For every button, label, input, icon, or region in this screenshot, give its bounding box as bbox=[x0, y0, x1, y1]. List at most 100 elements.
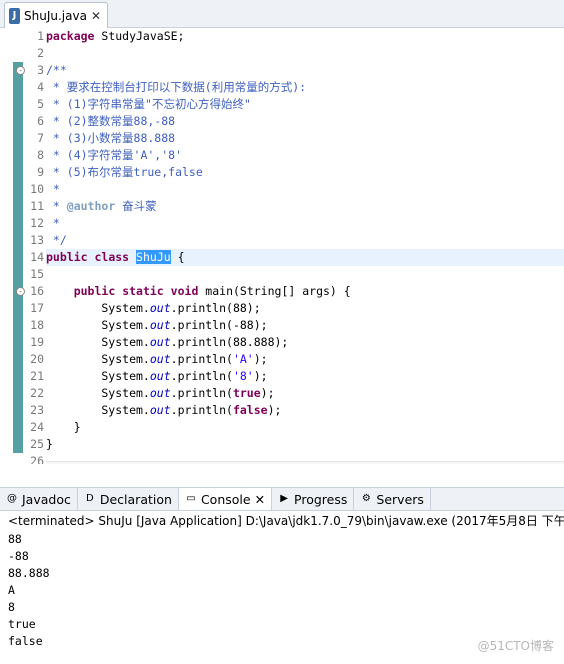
code-line[interactable]: * (1)字符串常量"不忘初心方得始终" bbox=[46, 96, 564, 113]
line-number: 23 bbox=[30, 403, 44, 417]
code-token: .println(88); bbox=[170, 301, 261, 315]
code-line[interactable]: } bbox=[46, 419, 564, 436]
code-line[interactable]: System.out.println(false); bbox=[46, 402, 564, 419]
code-line[interactable]: */ bbox=[46, 232, 564, 249]
code-token: .println(-88); bbox=[170, 318, 268, 332]
code-area[interactable]: package StudyJavaSE; /** * 要求在控制台打印以下数据(利… bbox=[46, 28, 564, 464]
code-token: 奋斗蒙 bbox=[115, 199, 157, 213]
line-number: 18 bbox=[30, 318, 44, 332]
code-line[interactable]: * (2)整数常量88,-88 bbox=[46, 113, 564, 130]
code-line[interactable]: package StudyJavaSE; bbox=[46, 28, 564, 45]
line-number-text: 3 bbox=[37, 63, 44, 77]
line-number: -3 bbox=[16, 62, 44, 79]
javadoc-icon: @ bbox=[7, 493, 17, 504]
line-number: 14 bbox=[30, 250, 44, 264]
console-output-line: true bbox=[8, 617, 36, 631]
code-editor[interactable]: 1 2-3 4 5 6 7 8 9 10 11 12 13 14 15-16 17 18 19 20 21 22 23 2… bbox=[0, 28, 564, 464]
line-number: 1 bbox=[37, 29, 44, 43]
code-token: System. bbox=[46, 301, 150, 315]
code-token: * (3)小数常量88.888 bbox=[46, 131, 176, 145]
code-token: System. bbox=[46, 335, 150, 349]
line-number: 19 bbox=[30, 335, 44, 349]
line-number: 2 bbox=[37, 46, 44, 60]
code-line[interactable]: public class ShuJu { bbox=[46, 249, 564, 266]
code-token: ); bbox=[260, 386, 275, 400]
code-line[interactable]: System.out.println(88.888); bbox=[46, 334, 564, 351]
progress-icon: ▶ bbox=[280, 493, 288, 504]
tab-console[interactable]: ▭ Console ✕ bbox=[178, 488, 273, 510]
code-line[interactable]: System.out.println('A'); bbox=[46, 351, 564, 368]
tab-javadoc[interactable]: @ Javadoc bbox=[0, 488, 78, 510]
tab-servers[interactable]: ⚙ Servers bbox=[354, 488, 431, 510]
change-ruler bbox=[6, 28, 23, 464]
code-line[interactable]: * (5)布尔常量true,false bbox=[46, 164, 564, 181]
code-token: * (5)布尔常量true,false bbox=[46, 165, 203, 179]
close-icon[interactable]: ✕ bbox=[255, 492, 265, 507]
code-token: System. bbox=[46, 318, 150, 332]
code-token: .println( bbox=[170, 352, 233, 366]
code-line[interactable]: } bbox=[46, 436, 564, 453]
code-token: ); bbox=[253, 369, 268, 383]
line-number: 9 bbox=[37, 165, 44, 179]
code-token: out bbox=[149, 369, 171, 383]
code-line[interactable]: * (4)字符常量'A','8' bbox=[46, 147, 564, 164]
code-token: out bbox=[149, 335, 171, 349]
code-line[interactable]: System.out.println(-88); bbox=[46, 317, 564, 334]
fold-toggle-icon[interactable]: - bbox=[16, 287, 25, 296]
code-token: .println( bbox=[170, 386, 233, 400]
code-line[interactable]: * 要求在控制台打印以下数据(利用常量的方式): bbox=[46, 79, 564, 96]
line-number: 13 bbox=[30, 233, 44, 247]
code-line[interactable] bbox=[46, 266, 564, 283]
line-number: 10 bbox=[30, 182, 44, 196]
line-number: -16 bbox=[16, 283, 44, 300]
code-token: } bbox=[46, 437, 53, 451]
line-number: 20 bbox=[30, 352, 44, 366]
code-line[interactable]: System.out.println(true); bbox=[46, 385, 564, 402]
line-number-text: 16 bbox=[30, 284, 44, 298]
code-line[interactable]: * (3)小数常量88.888 bbox=[46, 130, 564, 147]
code-line[interactable]: System.out.println('8'); bbox=[46, 368, 564, 385]
line-number: 12 bbox=[30, 216, 44, 230]
line-number: 15 bbox=[30, 267, 44, 281]
editor-tab-shuju[interactable]: J ShuJu.java ✕ bbox=[4, 2, 108, 28]
code-line[interactable]: * bbox=[46, 181, 564, 198]
editor-tab-bar: J ShuJu.java ✕ bbox=[0, 0, 564, 28]
code-line[interactable]: * @author 奋斗蒙 bbox=[46, 198, 564, 215]
code-line[interactable]: /** bbox=[46, 62, 564, 79]
close-icon[interactable]: ✕ bbox=[91, 9, 101, 23]
watermark: @51CTO博客 bbox=[477, 639, 554, 653]
horizontal-scrollbar[interactable]: ◀ bbox=[46, 461, 564, 464]
code-token: System. bbox=[46, 403, 150, 417]
fold-toggle-icon[interactable]: - bbox=[16, 66, 25, 75]
code-line[interactable] bbox=[46, 45, 564, 62]
line-number: 21 bbox=[30, 369, 44, 383]
code-token: { bbox=[170, 250, 185, 264]
code-token: * bbox=[46, 216, 60, 230]
code-token: } bbox=[46, 420, 81, 434]
code-token: 'A' bbox=[232, 352, 254, 366]
code-token: public bbox=[73, 284, 116, 298]
code-token: '8' bbox=[232, 369, 254, 383]
code-token: main(String[] args) { bbox=[198, 284, 351, 298]
code-line[interactable]: public static void main(String[] args) { bbox=[46, 283, 564, 300]
code-token: System. bbox=[46, 369, 150, 383]
console-output-line: 88 bbox=[8, 532, 22, 546]
code-line[interactable]: System.out.println(88); bbox=[46, 300, 564, 317]
code-token: */ bbox=[46, 233, 67, 247]
line-number: 8 bbox=[37, 148, 44, 162]
line-number: 22 bbox=[30, 386, 44, 400]
code-token: System. bbox=[46, 352, 150, 366]
code-line[interactable]: * bbox=[46, 215, 564, 232]
view-tab-label: Declaration bbox=[99, 491, 172, 507]
line-number: 7 bbox=[37, 131, 44, 145]
java-file-icon: J bbox=[9, 7, 20, 24]
line-number: 24 bbox=[30, 420, 44, 434]
code-token: /** bbox=[46, 63, 67, 77]
tab-progress[interactable]: ▶ Progress bbox=[272, 488, 355, 510]
scroll-left-icon[interactable]: ◀ bbox=[48, 463, 56, 464]
line-number: 4 bbox=[37, 80, 44, 94]
tab-declaration[interactable]: D Declaration bbox=[78, 488, 179, 510]
code-token: void bbox=[170, 284, 199, 298]
